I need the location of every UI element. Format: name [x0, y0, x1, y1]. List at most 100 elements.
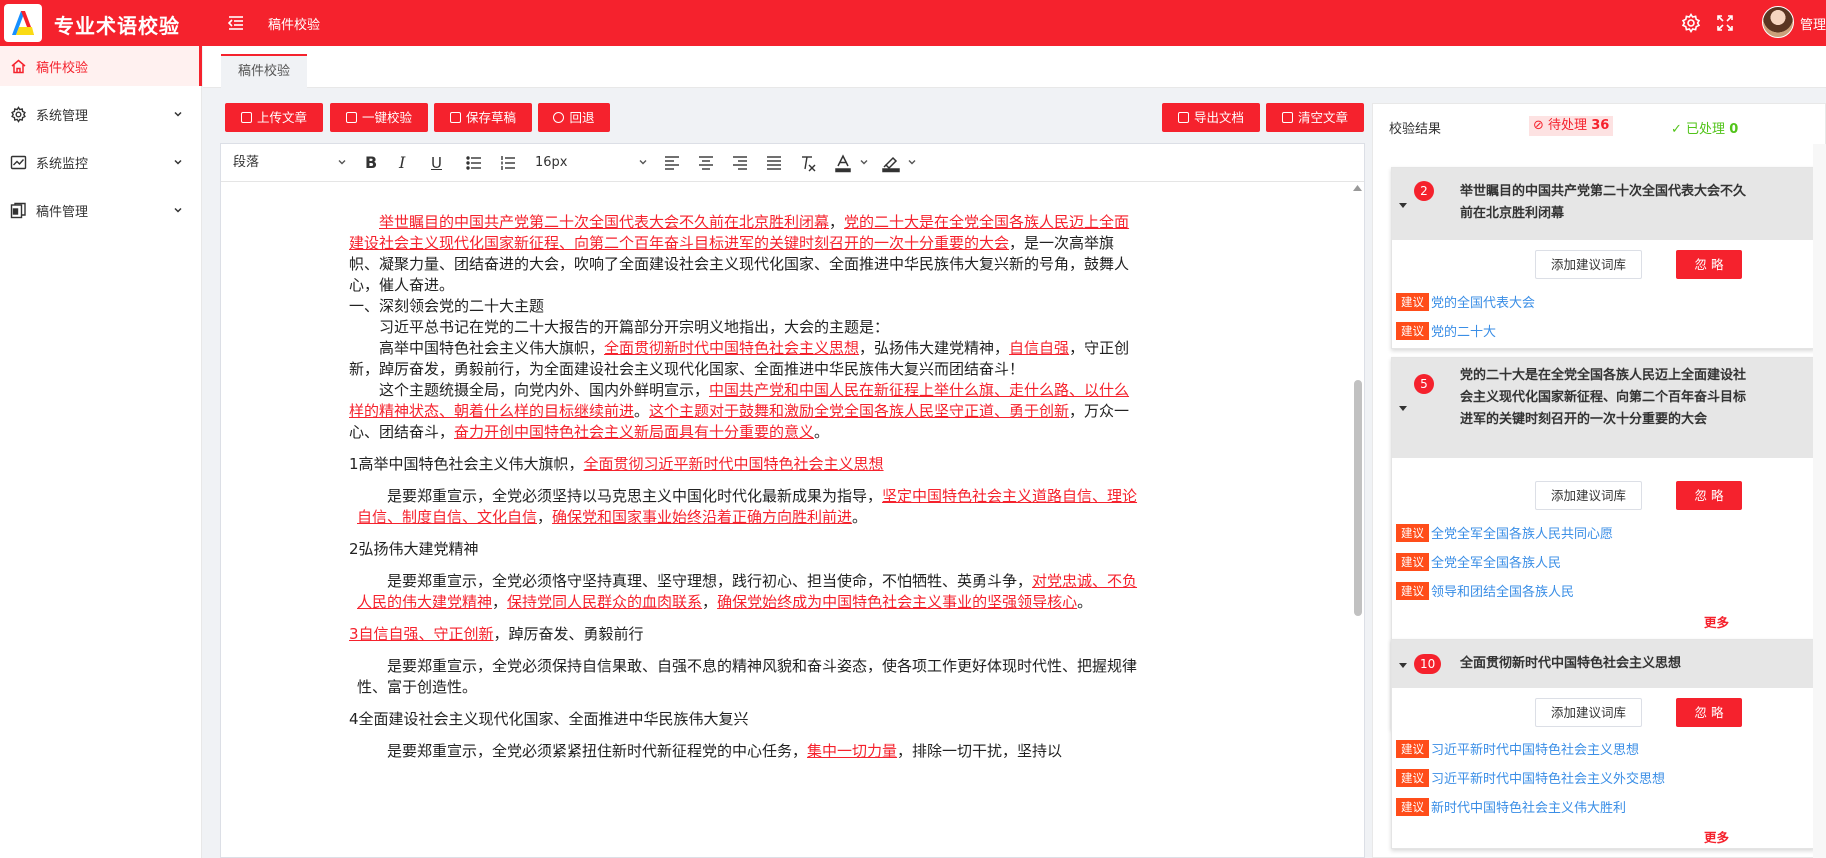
text-span: 。 [852, 508, 868, 526]
align-center-icon[interactable] [697, 154, 715, 176]
flagged-term[interactable]: 举世瞩目的中国共产党第二十次全国代表大会不久前在北京胜利闭幕 [379, 213, 829, 231]
suggestion-item[interactable]: 建议 习近平新时代中国特色社会主义外交思想 [1396, 769, 1665, 789]
clear-format-icon[interactable] [799, 154, 817, 176]
suggestion-text[interactable]: 新时代中国特色社会主义伟大胜利 [1431, 801, 1626, 816]
suggestion-text[interactable]: 领导和团结全国各族人民 [1431, 585, 1574, 600]
numbered-list-icon[interactable] [499, 154, 517, 176]
sidebar-item-system-monitor[interactable]: 系统监控 [0, 142, 202, 182]
suggestion-text[interactable]: 党的全国代表大会 [1431, 296, 1535, 311]
suggestion-text[interactable]: 党的二十大 [1431, 325, 1496, 340]
avatar[interactable] [1762, 6, 1794, 38]
add-suggestion-button[interactable]: 添加建议词库 [1535, 250, 1642, 279]
document-icon [10, 202, 27, 219]
suggestion-item[interactable]: 建议 习近平新时代中国特色社会主义思想 [1396, 740, 1639, 760]
flagged-term[interactable]: 全面贯彻习近平新时代中国特色社会主义思想 [584, 455, 884, 473]
flagged-term[interactable]: 这个主题对于鼓舞和激励全党全国各族人民坚守正道、勇于创新 [649, 402, 1069, 420]
one-click-check-button[interactable]: 一键校验 [330, 103, 428, 132]
suggestion-text[interactable]: 全党全军全国各族人民 [1431, 556, 1561, 571]
text-span: 是要郑重宣示，全党必须紧紧扭住新时代新征程党的中心任务， [387, 742, 808, 760]
suggestion-tag: 建议 [1396, 769, 1429, 787]
suggestion-text[interactable]: 习近平新时代中国特色社会主义外交思想 [1431, 772, 1665, 787]
export-label: 导出文档 [1193, 110, 1244, 125]
bullet-list-icon[interactable] [465, 154, 483, 176]
suggestion-item[interactable]: 建议 领导和团结全国各族人民 [1396, 582, 1574, 602]
clear-button[interactable]: 清空文章 [1266, 103, 1364, 132]
flagged-term[interactable]: 确保党始终成为中国特色社会主义事业的坚强领导核心 [717, 593, 1077, 611]
align-justify-icon[interactable] [765, 154, 783, 176]
sidebar-item-label: 稿件管理 [36, 205, 89, 220]
text-span: 是要郑重宣示，全党必须坚持以马克思主义中国化时代化最新成果为指导， [387, 487, 883, 505]
font-size-select[interactable]: 16px [535, 152, 568, 174]
suggestion-item[interactable]: 建议 新时代中国特色社会主义伟大胜利 [1396, 798, 1626, 818]
save-draft-button[interactable]: 保存草稿 [434, 103, 532, 132]
upload-button[interactable]: 上传文章 [225, 103, 323, 132]
suggestion-item[interactable]: 建议 党的二十大 [1396, 322, 1496, 342]
font-color-icon[interactable] [833, 153, 853, 175]
ignore-button[interactable]: 忽 略 [1676, 698, 1742, 727]
undo-button[interactable]: 回退 [538, 103, 610, 132]
result-card-header[interactable]: 10 全面贯彻新时代中国特色社会主义思想 [1392, 640, 1816, 688]
align-right-icon[interactable] [731, 154, 749, 176]
highlight-icon[interactable] [881, 153, 901, 175]
settings-icon[interactable] [1680, 12, 1702, 34]
chart-icon [10, 154, 27, 171]
check-icon [345, 112, 357, 123]
more-link[interactable]: 更多 [1704, 612, 1729, 631]
flagged-term[interactable]: 集中一切力量 [807, 742, 897, 760]
results-scrollbar[interactable] [1813, 144, 1826, 858]
sidebar-item-label: 稿件校验 [36, 61, 89, 76]
flagged-term[interactable]: 确保党和国家事业始终沿着正确方向胜利前进 [552, 508, 852, 526]
editor-scroll-thumb[interactable] [1354, 380, 1362, 616]
collapse-triangle-icon[interactable] [1398, 199, 1408, 209]
user-menu-label[interactable]: 管理 [1800, 14, 1826, 33]
paragraph: 高举中国特色社会主义伟大旗帜，全面贯彻新时代中国特色社会主义思想，弘扬伟大建党精… [349, 338, 1139, 380]
result-card: 10 全面贯彻新时代中国特色社会主义思想 添加建议词库 忽 略 建议 习近平新时代… [1391, 639, 1816, 849]
suggestion-tag: 建议 [1396, 553, 1429, 571]
add-suggestion-button[interactable]: 添加建议词库 [1535, 481, 1642, 510]
collapse-triangle-icon[interactable] [1398, 402, 1408, 412]
done-filter[interactable]: ✓ 已处理 0 [1671, 118, 1738, 137]
paragraph-select[interactable]: 段落 [233, 152, 259, 174]
flagged-term[interactable]: 自信自强 [1009, 339, 1069, 357]
chevron-down-icon [172, 156, 184, 168]
suggestion-item[interactable]: 建议 全党全军全国各族人民共同心愿 [1396, 524, 1613, 544]
fullscreen-icon[interactable] [1714, 12, 1736, 34]
suggestion-text[interactable]: 全党全军全国各族人民共同心愿 [1431, 527, 1613, 542]
paragraph: 是要郑重宣示，全党必须坚持以马克思主义中国化时代化最新成果为指导，坚定中国特色社… [349, 486, 1139, 528]
undo-icon [553, 112, 565, 123]
result-card-header[interactable]: 2 举世瞩目的中国共产党第二十次全国代表大会不久前在北京胜利闭幕 [1392, 168, 1816, 240]
scroll-up-icon[interactable] [1351, 182, 1364, 194]
collapse-triangle-icon[interactable] [1398, 659, 1408, 669]
pending-icon: ⊘ [1533, 118, 1544, 133]
flagged-term[interactable]: 保持党同人民群众的血肉联系 [507, 593, 702, 611]
italic-icon[interactable]: I [399, 152, 405, 174]
more-link[interactable]: 更多 [1704, 827, 1729, 846]
ignore-button[interactable]: 忽 略 [1676, 481, 1742, 510]
editor-content[interactable]: 举世瞩目的中国共产党第二十次全国代表大会不久前在北京胜利闭幕，党的二十大是在全党… [349, 212, 1139, 762]
results-panel: 校验结果 ⊘ 待处理 36 ✓ 已处理 0 2 举世瞩目的中国共产党第二十次全国… [1372, 103, 1826, 858]
chevron-down-icon [858, 156, 870, 168]
sidebar-item-label: 系统监控 [36, 157, 89, 172]
sidebar-item-manuscript-management[interactable]: 稿件管理 [0, 190, 202, 230]
export-button[interactable]: 导出文档 [1162, 103, 1260, 132]
flagged-term[interactable]: 全面贯彻新时代中国特色社会主义思想 [604, 339, 859, 357]
align-left-icon[interactable] [663, 154, 681, 176]
underline-icon[interactable]: U [431, 152, 442, 174]
sidebar-item-manuscript-check[interactable]: 稿件校验 [0, 46, 202, 86]
result-card-header[interactable]: 5 党的二十大是在全党全国各族人民迈上全面建设社会主义现代化国家新征程、向第二个… [1392, 358, 1816, 458]
section-heading: 3自信自强、守正创新，踔厉奋发、勇毅前行 [349, 624, 1139, 645]
sidebar-item-system-management[interactable]: 系统管理 [0, 94, 202, 134]
pending-filter[interactable]: ⊘ 待处理 36 [1529, 116, 1614, 136]
issue-count-badge: 5 [1414, 374, 1434, 394]
bold-icon[interactable]: B [365, 152, 377, 174]
menu-fold-icon[interactable] [226, 13, 246, 33]
suggestion-item[interactable]: 建议 全党全军全国各族人民 [1396, 553, 1561, 573]
add-suggestion-button[interactable]: 添加建议词库 [1535, 698, 1642, 727]
suggestion-item[interactable]: 建议 党的全国代表大会 [1396, 293, 1535, 313]
flagged-term[interactable]: 奋力开创中国特色社会主义新局面具有十分重要的意义 [454, 423, 814, 441]
section-heading: 2弘扬伟大建党精神 [349, 540, 479, 558]
ignore-button[interactable]: 忽 略 [1676, 250, 1742, 279]
tab-manuscript-check[interactable]: 稿件校验 [221, 54, 308, 88]
suggestion-text[interactable]: 习近平新时代中国特色社会主义思想 [1431, 743, 1639, 758]
flagged-term[interactable]: 3自信自强、守正创新 [349, 625, 494, 643]
